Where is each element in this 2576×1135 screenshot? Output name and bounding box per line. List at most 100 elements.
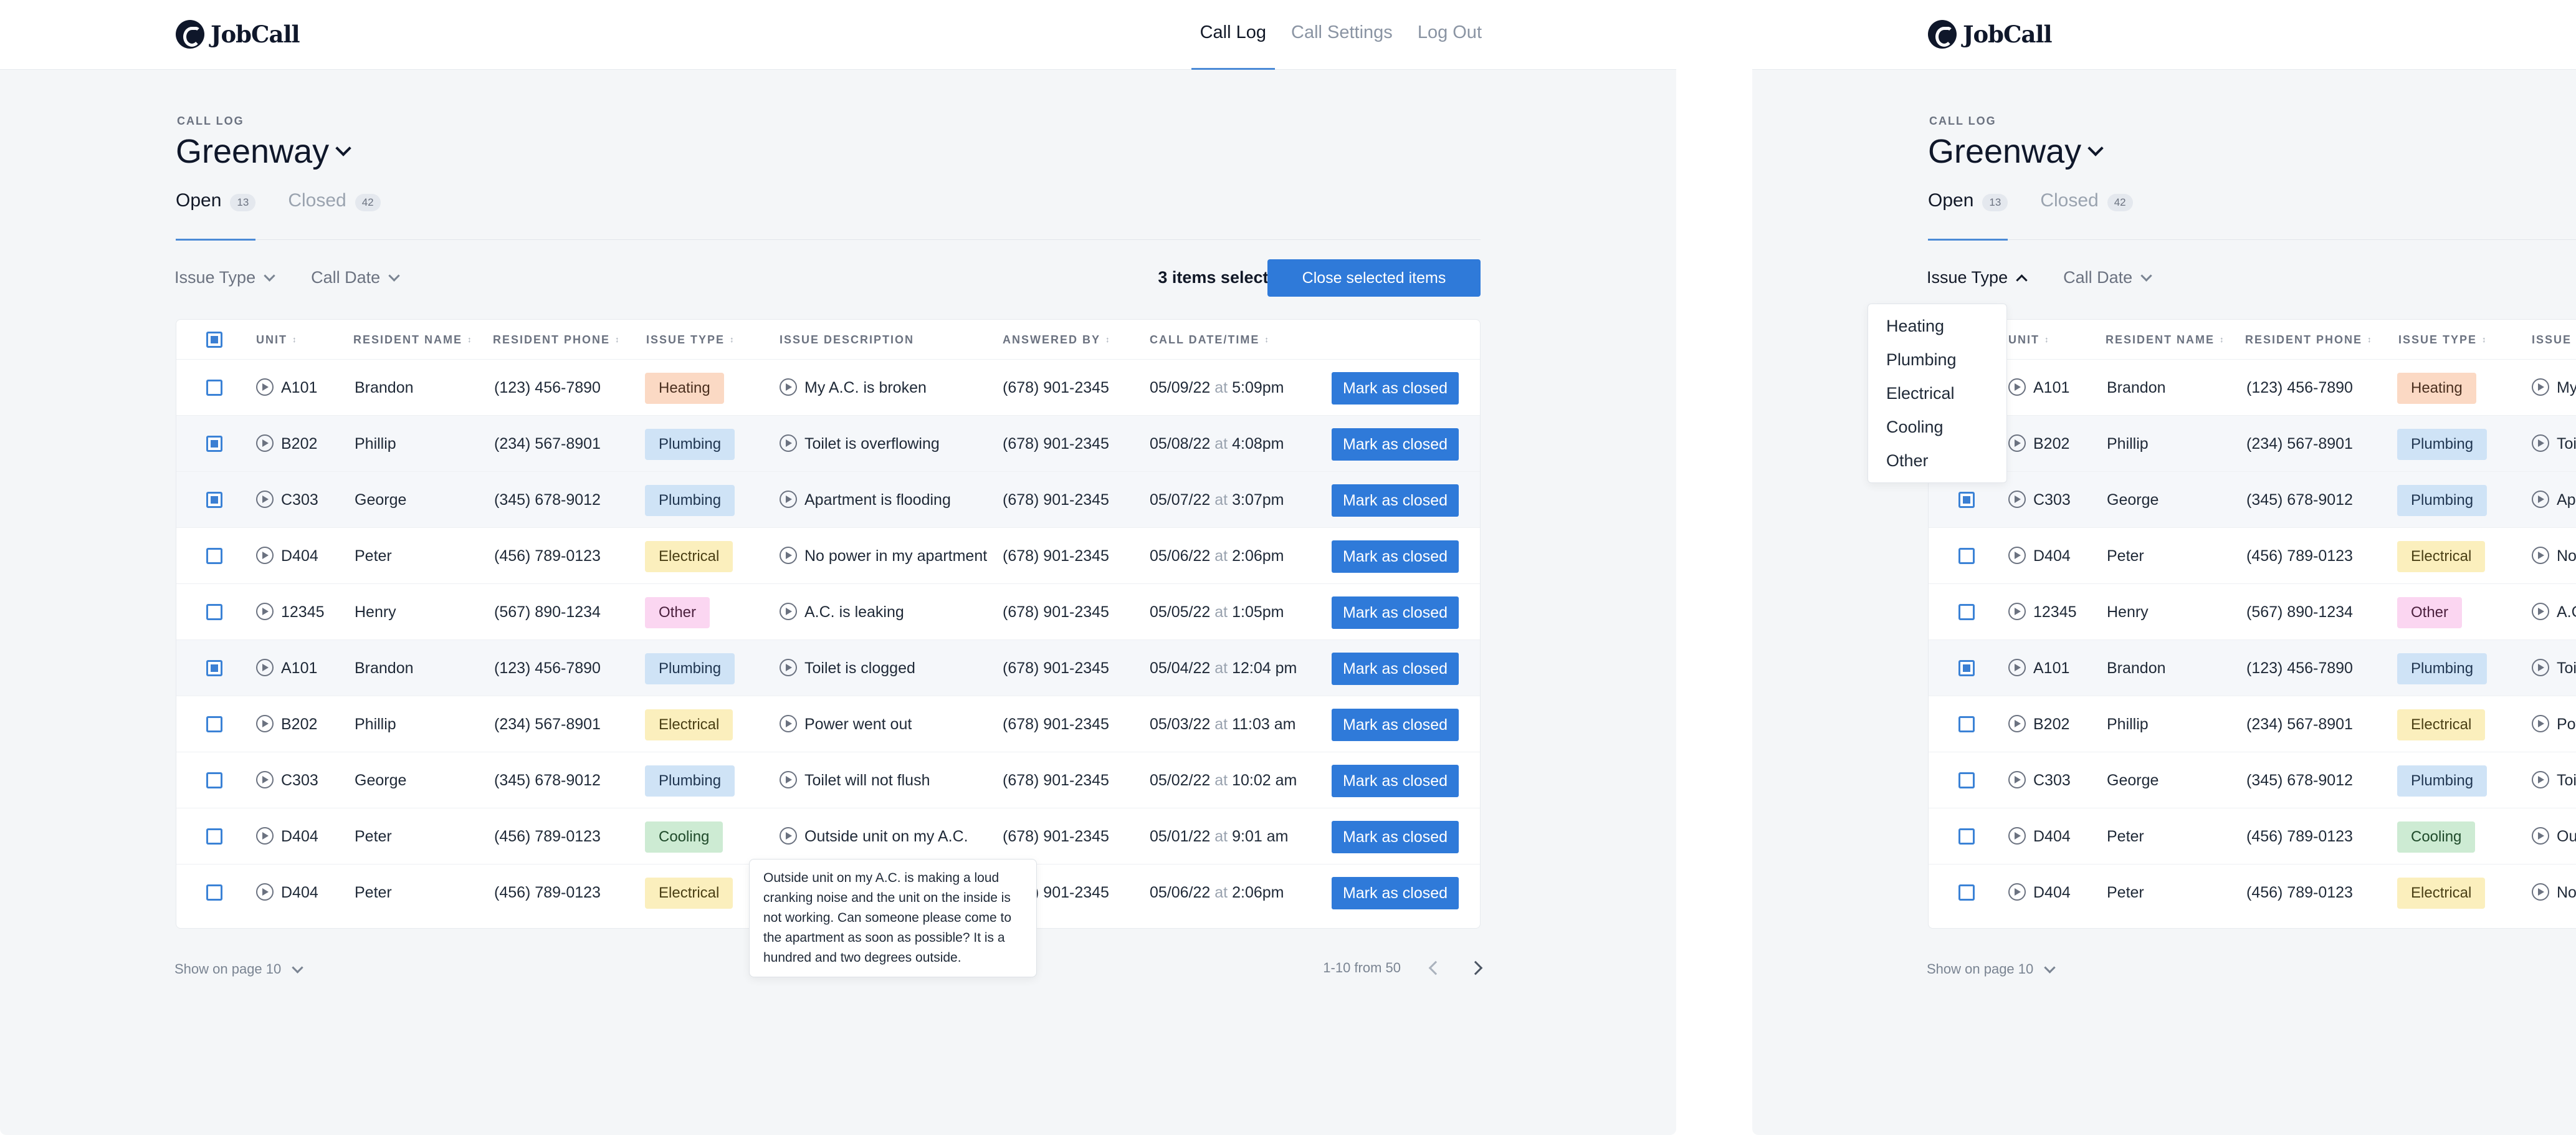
- call-date-filter[interactable]: Call Date: [2063, 268, 2152, 287]
- play-icon[interactable]: [2008, 491, 2026, 509]
- mark-as-closed-button[interactable]: Mark as closed: [1332, 596, 1459, 629]
- select-all-checkbox[interactable]: [206, 332, 222, 348]
- play-icon[interactable]: [2008, 715, 2026, 733]
- row-checkbox[interactable]: [206, 604, 222, 620]
- play-icon[interactable]: [2532, 883, 2549, 901]
- column-header[interactable]: ISSUE TYPE ↕: [646, 320, 734, 360]
- play-icon[interactable]: [2008, 378, 2026, 396]
- play-icon[interactable]: [256, 603, 274, 621]
- issue-type-option[interactable]: Cooling: [1868, 410, 2006, 444]
- row-checkbox[interactable]: [206, 492, 222, 508]
- row-checkbox[interactable]: [1958, 772, 1975, 788]
- play-icon[interactable]: [2532, 603, 2549, 621]
- row-checkbox[interactable]: [206, 548, 222, 564]
- play-icon[interactable]: [256, 715, 274, 733]
- column-header[interactable]: UNIT ↕: [2008, 320, 2049, 360]
- column-header[interactable]: RESIDENT NAME ↕: [353, 320, 472, 360]
- row-checkbox[interactable]: [1958, 604, 1975, 620]
- row-checkbox[interactable]: [206, 716, 222, 732]
- property-selector[interactable]: Greenway: [176, 132, 351, 171]
- column-header[interactable]: UNIT ↕: [256, 320, 297, 360]
- column-header[interactable]: CALL DATE/TIME ↕: [1150, 320, 1269, 360]
- mark-as-closed-button[interactable]: Mark as closed: [1332, 821, 1459, 853]
- play-icon[interactable]: [2532, 715, 2549, 733]
- column-header[interactable]: RESIDENT PHONE ↕: [2245, 320, 2372, 360]
- mark-as-closed-button[interactable]: Mark as closed: [1332, 709, 1459, 741]
- play-icon[interactable]: [2008, 547, 2026, 565]
- play-icon[interactable]: [2532, 771, 2549, 789]
- row-checkbox[interactable]: [206, 436, 222, 452]
- play-icon[interactable]: [2008, 771, 2026, 789]
- call-date-filter[interactable]: Call Date: [311, 268, 400, 287]
- play-icon[interactable]: [780, 771, 797, 789]
- play-icon[interactable]: [2532, 827, 2549, 845]
- mark-as-closed-button[interactable]: Mark as closed: [1332, 877, 1459, 909]
- play-icon[interactable]: [2008, 883, 2026, 901]
- play-icon[interactable]: [780, 378, 797, 396]
- issue-type-option[interactable]: Plumbing: [1868, 343, 2006, 376]
- play-icon[interactable]: [2008, 659, 2026, 677]
- play-icon[interactable]: [780, 434, 797, 453]
- column-header[interactable]: RESIDENT NAME ↕: [2106, 320, 2224, 360]
- mark-as-closed-button[interactable]: Mark as closed: [1332, 765, 1459, 797]
- play-icon[interactable]: [256, 883, 274, 901]
- row-checkbox[interactable]: [1958, 548, 1975, 564]
- row-checkbox[interactable]: [206, 380, 222, 396]
- column-header[interactable]: ANSWERED BY ↕: [1003, 320, 1110, 360]
- row-checkbox[interactable]: [1958, 828, 1975, 845]
- play-icon[interactable]: [256, 659, 274, 677]
- page-size-select[interactable]: Show on page 10: [1927, 961, 2056, 977]
- next-page-icon[interactable]: [1468, 960, 1483, 975]
- play-icon[interactable]: [256, 434, 274, 453]
- page-size-select[interactable]: Show on page 10: [174, 961, 303, 977]
- row-checkbox[interactable]: [1958, 884, 1975, 901]
- play-icon[interactable]: [780, 491, 797, 509]
- tab-open[interactable]: Open 13: [1928, 190, 2008, 241]
- play-icon[interactable]: [256, 771, 274, 789]
- column-header[interactable]: RESIDENT PHONE ↕: [493, 320, 619, 360]
- issue-type-option[interactable]: Electrical: [1868, 376, 2006, 410]
- play-icon[interactable]: [2532, 434, 2549, 453]
- row-checkbox[interactable]: [206, 660, 222, 676]
- issue-type-option[interactable]: Heating: [1868, 309, 2006, 343]
- close-selected-button[interactable]: Close selected items: [1267, 259, 1481, 297]
- tab-open[interactable]: Open 13: [176, 190, 256, 241]
- play-icon[interactable]: [2532, 378, 2549, 396]
- row-checkbox[interactable]: [1958, 492, 1975, 508]
- row-checkbox[interactable]: [206, 772, 222, 788]
- play-icon[interactable]: [2008, 827, 2026, 845]
- play-icon[interactable]: [2008, 603, 2026, 621]
- row-checkbox[interactable]: [1958, 660, 1975, 676]
- play-icon[interactable]: [2008, 434, 2026, 453]
- row-checkbox[interactable]: [1958, 716, 1975, 732]
- issue-type-option[interactable]: Other: [1868, 444, 2006, 477]
- mark-as-closed-button[interactable]: Mark as closed: [1332, 484, 1459, 517]
- mark-as-closed-button[interactable]: Mark as closed: [1332, 653, 1459, 685]
- play-icon[interactable]: [780, 715, 797, 733]
- nav-call-log[interactable]: Call Log: [1191, 0, 1276, 70]
- mark-as-closed-button[interactable]: Mark as closed: [1332, 428, 1459, 461]
- nav-log-out[interactable]: Log Out: [1418, 0, 1482, 70]
- prev-page-icon[interactable]: [1428, 960, 1443, 975]
- brand-logo[interactable]: JobCall: [1928, 20, 2053, 49]
- play-icon[interactable]: [2532, 659, 2549, 677]
- brand-logo[interactable]: JobCall: [176, 20, 300, 49]
- issue-type-filter[interactable]: Issue Type: [1927, 268, 2028, 287]
- tab-closed[interactable]: Closed 42: [2040, 190, 2133, 240]
- play-icon[interactable]: [2532, 491, 2549, 509]
- play-icon[interactable]: [780, 547, 797, 565]
- column-header[interactable]: ISSUE TYPE ↕: [2398, 320, 2486, 360]
- play-icon[interactable]: [2532, 547, 2549, 565]
- mark-as-closed-button[interactable]: Mark as closed: [1332, 540, 1459, 573]
- row-checkbox[interactable]: [206, 828, 222, 845]
- play-icon[interactable]: [256, 491, 274, 509]
- nav-call-settings[interactable]: Call Settings: [1291, 0, 1393, 70]
- row-checkbox[interactable]: [206, 884, 222, 901]
- tab-closed[interactable]: Closed 42: [288, 190, 381, 240]
- column-header[interactable]: ISSUE DESCRIPTION: [780, 320, 914, 360]
- play-icon[interactable]: [780, 603, 797, 621]
- column-header[interactable]: ISSUE DESCRIPTION: [2532, 320, 2576, 360]
- play-icon[interactable]: [256, 827, 274, 845]
- mark-as-closed-button[interactable]: Mark as closed: [1332, 372, 1459, 405]
- play-icon[interactable]: [780, 659, 797, 677]
